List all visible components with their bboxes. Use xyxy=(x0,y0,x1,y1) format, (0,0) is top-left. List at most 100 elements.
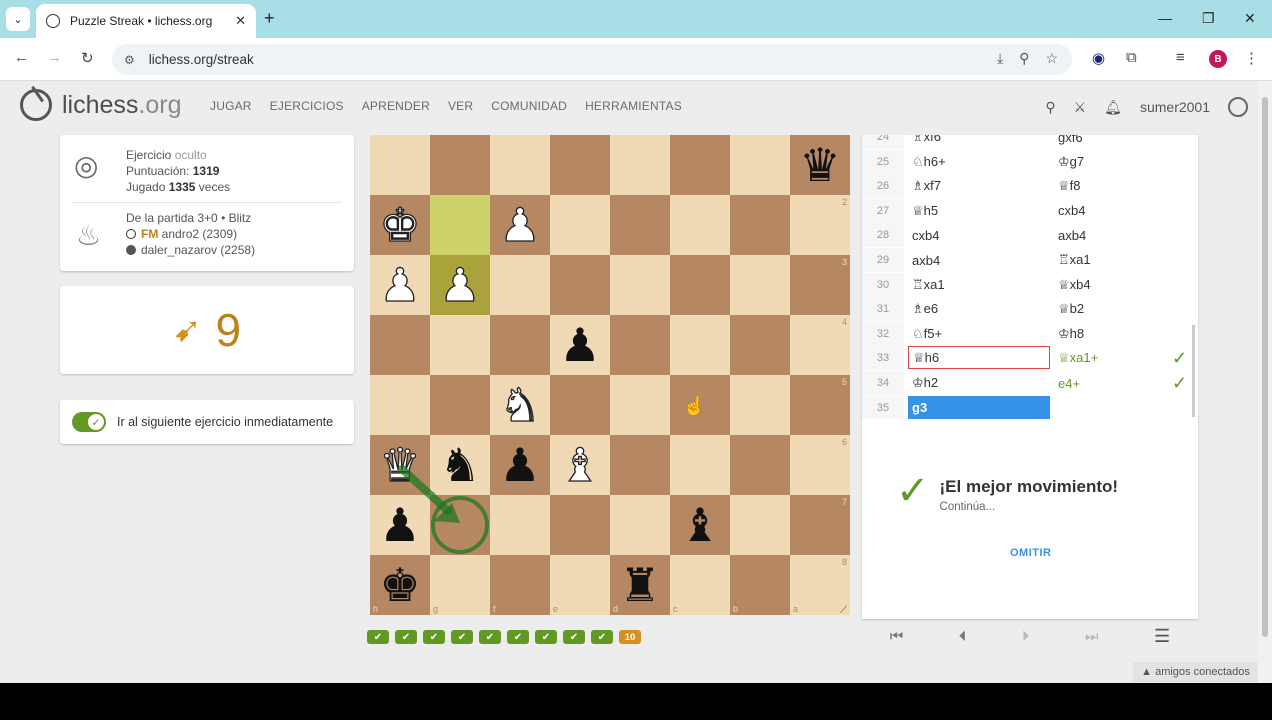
chess-board[interactable]: ♛ ♚ ♟ 2 ♟ ♟ 3 ♟ 4 ♞ 5 ♛ ♞ ♟ ♝ 6 ♟ ♝ 7 ♚ h g f e ♜ d c b 8 a xyxy=(370,135,850,615)
black-move[interactable]: ♕xa1+ xyxy=(1056,346,1186,370)
square-d4[interactable] xyxy=(610,315,670,375)
white-move[interactable]: axb4 xyxy=(908,248,1050,272)
square-a7[interactable]: 7 xyxy=(790,495,850,555)
square-f6[interactable]: ♟ xyxy=(490,435,550,495)
square-h8[interactable]: ♚ h xyxy=(370,555,430,615)
white-move[interactable]: ♔h2 xyxy=(908,371,1050,395)
square-b6[interactable] xyxy=(730,435,790,495)
solved-puzzle-box[interactable]: ✔ xyxy=(563,630,585,644)
white-piece-e6[interactable]: ♝ xyxy=(559,441,602,488)
square-f2[interactable]: ♟ xyxy=(490,195,550,255)
square-d2[interactable] xyxy=(610,195,670,255)
site-info-icon[interactable]: ⚙ xyxy=(124,53,135,67)
white-move[interactable]: ♗xf7 xyxy=(908,174,1050,198)
white-move[interactable]: ♗xf6 xyxy=(908,135,1050,149)
white-move[interactable]: cxb4 xyxy=(908,223,1050,247)
white-piece-g3[interactable]: ♟ xyxy=(439,261,482,308)
black-piece-g6[interactable]: ♞ xyxy=(439,442,480,488)
new-tab-icon[interactable]: + xyxy=(264,8,275,29)
black-move[interactable]: axb4 xyxy=(1056,223,1186,247)
square-e1[interactable] xyxy=(550,135,610,195)
black-piece-h7[interactable]: ♟ xyxy=(379,502,420,548)
black-move[interactable]: ♔g7 xyxy=(1056,150,1186,174)
nav-learn[interactable]: APRENDER xyxy=(362,99,430,113)
white-move[interactable]: ♕h5 xyxy=(908,199,1050,223)
square-d5[interactable] xyxy=(610,375,670,435)
square-c3[interactable] xyxy=(670,255,730,315)
square-b7[interactable] xyxy=(730,495,790,555)
square-h5[interactable] xyxy=(370,375,430,435)
square-c4[interactable] xyxy=(670,315,730,375)
address-bar[interactable]: ⚙ lichess.org/streak ⤓ ⚲ ☆ xyxy=(112,44,1072,75)
media-control-icon[interactable]: ≡ xyxy=(1176,49,1185,66)
forward-icon[interactable]: → xyxy=(47,49,62,66)
square-h4[interactable] xyxy=(370,315,430,375)
square-c2[interactable] xyxy=(670,195,730,255)
black-move[interactable]: e4+ xyxy=(1056,371,1186,395)
black-move[interactable]: cxb4 xyxy=(1056,199,1186,223)
square-h2[interactable]: ♚ xyxy=(370,195,430,255)
white-piece-h6[interactable]: ♛ xyxy=(379,441,422,488)
square-g4[interactable] xyxy=(430,315,490,375)
square-d3[interactable] xyxy=(610,255,670,315)
white-move[interactable]: ♘h6+ xyxy=(908,150,1050,174)
extensions-puzzle-icon[interactable]: ⧉ xyxy=(1126,49,1137,66)
black-move[interactable]: ♔h8 xyxy=(1056,322,1186,346)
white-piece-f2[interactable]: ♟ xyxy=(499,201,542,248)
square-d6[interactable] xyxy=(610,435,670,495)
username[interactable]: sumer2001 xyxy=(1140,99,1210,115)
square-f4[interactable] xyxy=(490,315,550,375)
black-move[interactable]: ♕xb4 xyxy=(1056,273,1186,297)
square-g5[interactable] xyxy=(430,375,490,435)
extension-eye-icon[interactable]: ◉ xyxy=(1092,49,1105,67)
tab-search-icon[interactable]: ⌄ xyxy=(6,7,30,31)
nav-puzzles[interactable]: EJERCICIOS xyxy=(270,99,344,113)
restore-icon[interactable]: ❐ xyxy=(1202,10,1215,27)
black-piece-c7[interactable]: ♝ xyxy=(679,502,720,548)
white-piece-h3[interactable]: ♟ xyxy=(379,261,422,308)
skip-button[interactable]: OMITIR xyxy=(1010,547,1052,559)
square-d7[interactable] xyxy=(610,495,670,555)
square-e6[interactable]: ♝ xyxy=(550,435,610,495)
site-logo[interactable]: lichess .org xyxy=(20,89,182,121)
black-piece-a1[interactable]: ♛ xyxy=(799,142,840,188)
nav-play[interactable]: JUGAR xyxy=(210,99,252,113)
square-a6[interactable]: 6 xyxy=(790,435,850,495)
solved-puzzle-box[interactable]: ✔ xyxy=(591,630,613,644)
challenge-swords-icon[interactable]: ⚔ xyxy=(1074,99,1087,116)
square-g7[interactable] xyxy=(430,495,490,555)
last-move-icon[interactable]: ⏭ xyxy=(1085,628,1099,645)
first-move-icon[interactable]: ⏮ xyxy=(890,628,904,645)
square-h7[interactable]: ♟ xyxy=(370,495,430,555)
solved-puzzle-box[interactable]: ✔ xyxy=(451,630,473,644)
friends-online-bar[interactable]: ▲ amigos conectados xyxy=(1133,662,1258,682)
square-f8[interactable]: f xyxy=(490,555,550,615)
square-h3[interactable]: ♟ xyxy=(370,255,430,315)
solved-puzzle-box[interactable]: ✔ xyxy=(479,630,501,644)
bookmark-star-icon[interactable]: ☆ xyxy=(1045,50,1058,67)
black-move[interactable]: gxf6 xyxy=(1056,135,1186,149)
square-a5[interactable]: 5 xyxy=(790,375,850,435)
square-a2[interactable]: 2 xyxy=(790,195,850,255)
board-resize-handle[interactable]: ⟋ xyxy=(840,605,847,616)
reload-icon[interactable]: ↻ xyxy=(81,49,94,67)
solved-puzzle-box[interactable]: ✔ xyxy=(423,630,445,644)
white-move[interactable]: ♕h6 xyxy=(908,346,1050,370)
auto-next-toggle[interactable] xyxy=(72,412,106,432)
white-move[interactable]: g3 xyxy=(908,395,1050,419)
square-a1[interactable]: ♛ xyxy=(790,135,850,195)
black-move[interactable] xyxy=(1056,396,1186,419)
white-piece-h2[interactable]: ♚ xyxy=(379,201,422,248)
white-player[interactable]: andro2 (2309) xyxy=(162,227,237,241)
black-move[interactable]: ♖xa1 xyxy=(1056,248,1186,272)
square-g1[interactable] xyxy=(430,135,490,195)
page-scrollbar[interactable] xyxy=(1258,81,1272,683)
square-b1[interactable] xyxy=(730,135,790,195)
square-a4[interactable]: 4 xyxy=(790,315,850,375)
square-f7[interactable] xyxy=(490,495,550,555)
white-move[interactable]: ♘f5+ xyxy=(908,322,1050,346)
black-piece-e4[interactable]: ♟ xyxy=(559,322,600,368)
solved-puzzle-box[interactable]: ✔ xyxy=(507,630,529,644)
nav-tools[interactable]: HERRAMIENTAS xyxy=(585,99,682,113)
close-window-icon[interactable]: ✕ xyxy=(1244,10,1256,27)
